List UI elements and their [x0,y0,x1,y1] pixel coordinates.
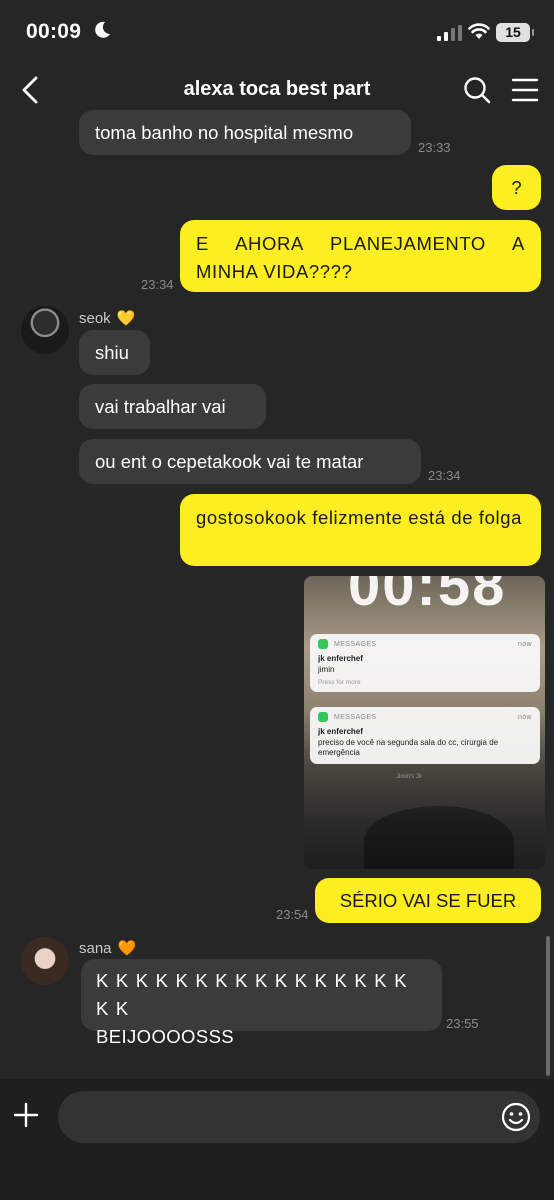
heart-emoji-icon: 🧡 [117,940,137,957]
status-bar: 00:09 15 [0,0,554,62]
messages-app-icon [318,639,328,649]
composer-bar [0,1079,554,1200]
emoji-icon[interactable] [500,1101,532,1133]
message-text: shiu [95,341,129,363]
moon-icon [95,21,110,38]
message-text: ou ent o cepetakook vai te matar [95,450,364,472]
avatar-sana[interactable] [21,937,69,985]
battery-indicator: 15 [496,23,534,42]
scrollbar[interactable] [546,936,550,1076]
status-time: 00:09 [26,20,82,43]
message-time: 23:33 [418,140,451,155]
wifi-icon [468,23,490,39]
message-bubble[interactable]: K K K K K K K K K K K K K K K K K K BEIJ… [81,959,442,1047]
message-time: 23:34 [141,277,174,292]
notification-card: MESSAGES now jk enferchef jimin Press fo… [310,634,540,692]
message-time: 23:54 [276,907,309,922]
message-time: 23:34 [428,468,461,483]
message-text: SÉRIO VAI SE FUER [339,889,517,911]
image-attachment[interactable]: 00:58 MESSAGES now jk enferchef jimin Pr… [304,576,545,869]
message-bubble-self[interactable]: E AHORA PLANEJAMENTO A MINHA VIDA???? [180,220,541,292]
message-text: ? [511,176,522,198]
menu-icon[interactable] [511,77,539,103]
sender-name: seok 💛 [79,309,136,328]
message-bubble[interactable]: shiu [79,330,150,375]
sender-label: sana [79,939,112,957]
message-bubble-self[interactable]: SÉRIO VAI SE FUER [315,878,541,923]
messages-app-icon [318,712,328,722]
notification-card: MESSAGES now jk enferchef preciso de voc… [310,707,540,764]
message-bubble-self[interactable]: gostosokook felizmente está de folga [180,494,541,566]
message-time: 23:55 [446,1016,479,1031]
message-bubble[interactable]: vai trabalhar vai [79,384,266,429]
message-text: vai trabalhar vai [95,395,226,417]
message-text: gostosokook felizmente está de folga [196,507,523,528]
sender-label: seok [79,309,111,327]
message-text: BEIJOOOOSSS [96,1026,235,1047]
search-icon[interactable] [462,75,492,105]
message-text: E AHORA PLANEJAMENTO A MINHA VIDA???? [196,233,525,282]
message-bubble[interactable]: toma banho no hospital mesmo [79,110,411,155]
message-input[interactable] [58,1091,540,1143]
heart-emoji-icon: 💛 [116,310,136,327]
message-bubble-self[interactable]: ? [492,165,541,210]
plus-icon[interactable] [12,1101,40,1129]
message-bubble[interactable]: ou ent o cepetakook vai te matar [79,439,421,484]
message-text: K K K K K K K K K K K K K K K K K K [96,970,408,1019]
avatar-seok[interactable] [21,306,69,354]
photo-figure [364,806,514,869]
signal-icon [437,25,462,41]
message-text: toma banho no hospital mesmo [95,121,354,143]
sender-name: sana 🧡 [79,939,137,958]
lockscreen-clock: 00:58 [348,576,507,618]
photo-caption: Jimin's Jk [396,774,422,780]
